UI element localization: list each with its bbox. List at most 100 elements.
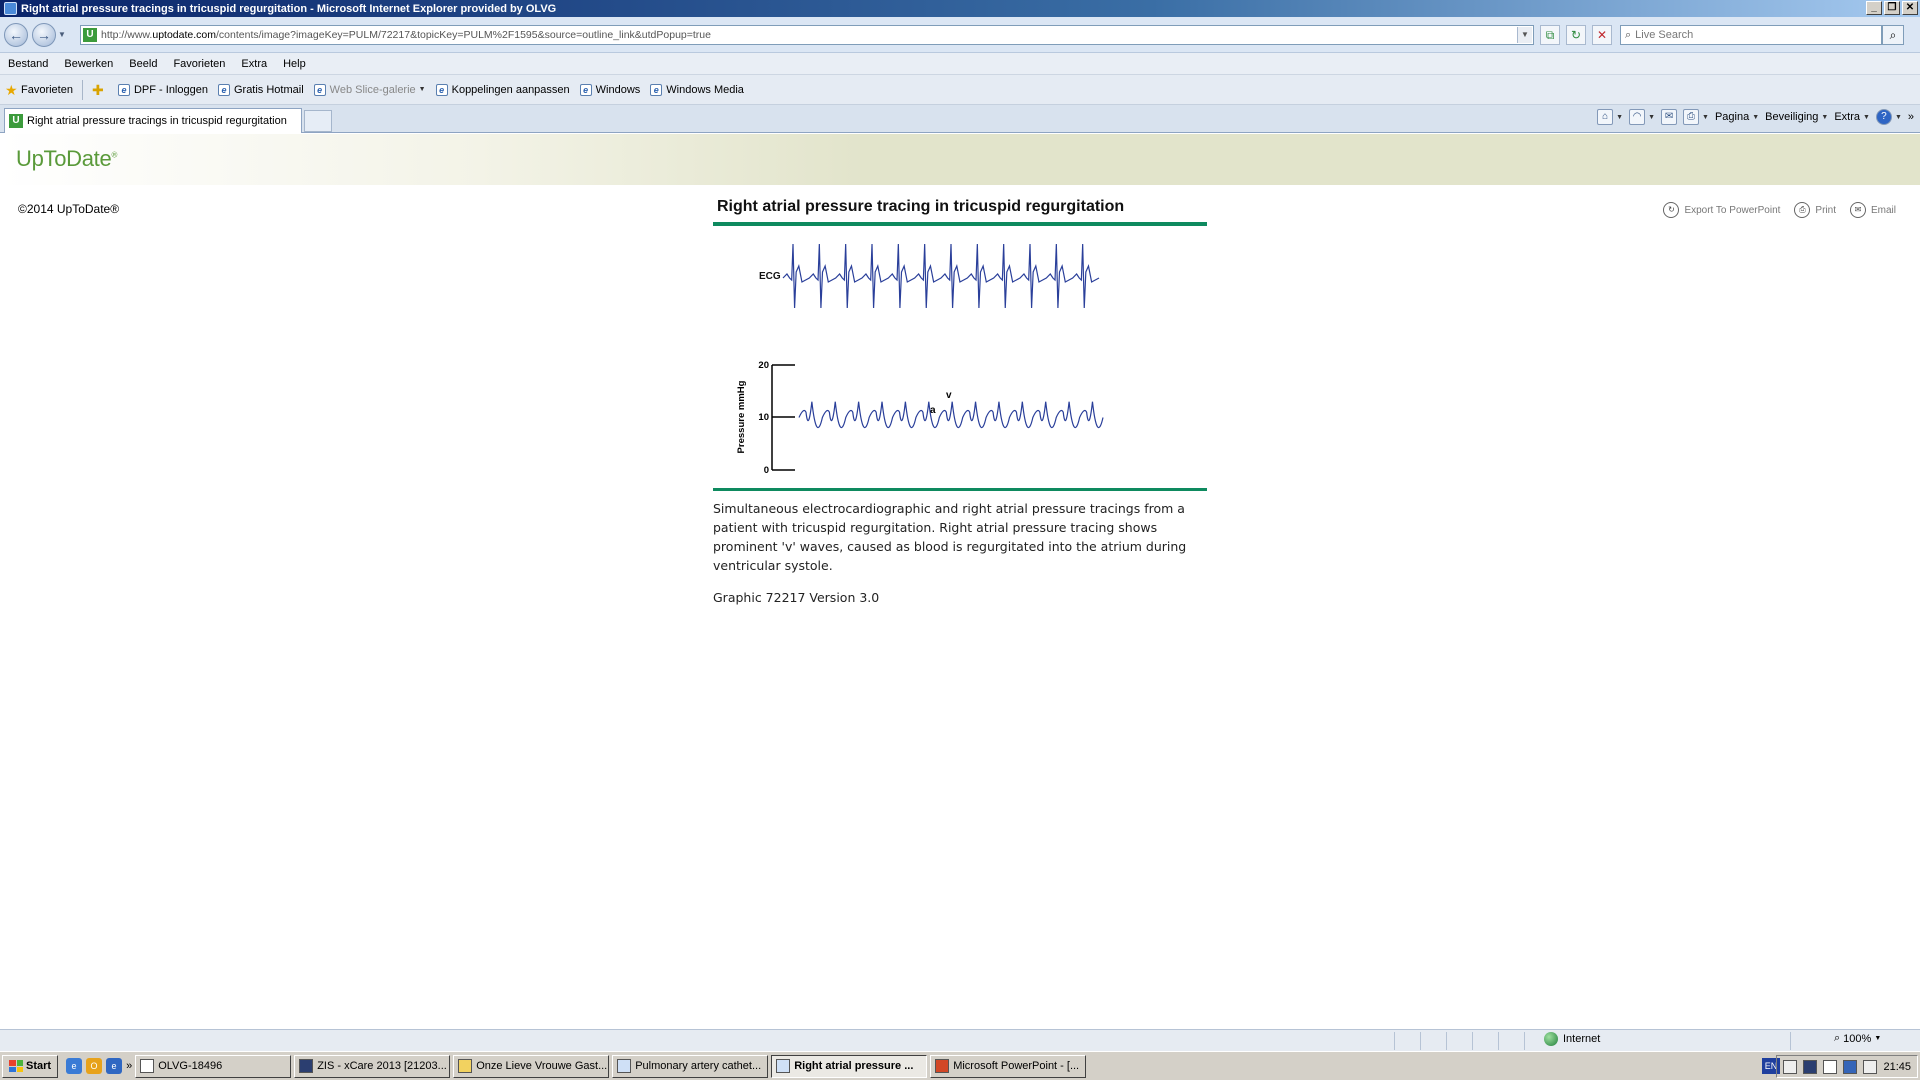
stop-icon[interactable]: ✕ [1592,25,1612,45]
zoom-label: 100% [1843,1032,1872,1045]
command-bar: ⌂ ▼ ◠ ▼ ✉ ⎙ ▼ Pagina ▼ Beveiliging ▼ Extra ▼ ?… [1597,109,1914,125]
fav-link-label: Koppelingen aanpassen [451,83,570,96]
fav-link-windows-media[interactable]: e Windows Media [645,83,749,96]
task-label: ZIS - xCare 2013 [21203... [317,1060,447,1072]
feeds-button[interactable]: ◠ ▼ [1629,109,1655,125]
search-icon[interactable]: ⌕ [1882,25,1904,45]
tick-label-20: 20 [758,360,769,371]
address-bar[interactable]: U http://www. uptodate.com/contents/image… [80,25,1534,45]
export-label: Export To PowerPoint [1684,204,1781,216]
v-wave-label: v [946,390,952,401]
figure-bottom-rule [713,488,1207,491]
figure-caption: Simultaneous electrocardiographic and ri… [713,501,1187,573]
status-cell [1498,1031,1524,1050]
network-icon[interactable] [1783,1059,1798,1074]
task-zis[interactable]: ZIS - xCare 2013 [21203... [294,1054,451,1078]
taskbar: Start e O e » OLVG-18496 ZIS - xCare 201… [0,1051,1920,1080]
home-button[interactable]: ⌂ ▼ [1597,109,1623,125]
extra-label: Extra [1834,111,1860,123]
chevron-double-right-icon[interactable]: » [126,1060,132,1072]
extra-menu[interactable]: Extra ▼ [1834,111,1870,123]
tracing-chart: ECG 20 10 0 Pressure mmHg a v [736,243,1104,476]
email-label: Email [1870,204,1896,216]
clock[interactable]: 21:45 [1883,1061,1911,1073]
task-label: Pulmonary artery cathet... [635,1060,762,1072]
uptodate-favicon-icon: U [83,28,97,42]
forward-button[interactable]: → [32,22,56,47]
back-button[interactable]: ← [4,22,28,47]
menu-bewerken[interactable]: Bewerken [56,58,121,70]
task-pulmonary[interactable]: Pulmonary artery cathet... [612,1054,769,1078]
task-powerpoint[interactable]: Microsoft PowerPoint - [... [930,1054,1087,1078]
email-link[interactable]: ✉ Email [1849,202,1896,218]
star-icon: ★ [5,81,18,98]
figure-title: Right atrial pressure tracing in tricusp… [717,198,1125,215]
mail-button[interactable]: ✉ [1661,109,1678,125]
volume-icon[interactable] [1843,1059,1858,1074]
chevron-down-icon: ▼ [1863,113,1870,121]
zoom-control[interactable]: ⌕ 100% ▼ [1834,1032,1881,1045]
outlook-quicklaunch-icon[interactable]: O [86,1058,103,1074]
fav-link-dpf[interactable]: e DPF - Inloggen [113,83,213,96]
menu-beeld[interactable]: Beeld [121,58,165,70]
pagina-menu[interactable]: Pagina ▼ [1715,111,1759,123]
y-axis-label: Pressure mmHg [736,380,747,453]
fav-link-hotmail[interactable]: e Gratis Hotmail [213,83,309,96]
fav-link-koppelingen[interactable]: e Koppelingen aanpassen [431,83,575,96]
chevron-down-icon: ▼ [1702,113,1709,121]
tab-active[interactable]: U Right atrial pressure tracings in tric… [4,108,302,133]
ie-quicklaunch-icon[interactable]: e [66,1058,83,1074]
ie-page-icon: e [217,83,230,96]
compatibility-icon[interactable]: ⧉ [1540,25,1560,45]
chevron-down-icon: ▼ [1648,113,1656,121]
window-titlebar: Right atrial pressure tracings in tricus… [0,0,1920,17]
add-favorite-icon: ✚ [91,81,104,98]
ie-page-icon: e [579,83,592,96]
history-dropdown-icon[interactable]: ▼ [58,30,68,39]
fav-link-windows[interactable]: e Windows [575,83,646,96]
security-icon[interactable] [1803,1059,1818,1074]
status-cell [1394,1031,1420,1050]
menu-extra[interactable]: Extra [233,58,275,70]
help-button[interactable]: ? ▼ [1875,109,1902,125]
minimize-button[interactable]: _ [1866,1,1882,15]
security-zone[interactable]: Internet [1544,1032,1600,1046]
logo-text: UpToDate [16,146,112,171]
tray-app-icon[interactable] [1863,1059,1878,1074]
add-favorite-button[interactable]: ✚ [87,81,113,98]
status-cell [1420,1031,1446,1050]
search-input[interactable]: ⌕ Live Search [1620,25,1882,45]
tab-title: Right atrial pressure tracings in tricus… [27,115,287,127]
refresh-icon[interactable]: ↻ [1566,25,1586,45]
uptodate-logo[interactable]: UpToDate® [16,146,117,172]
ie-icon [4,2,17,15]
ecg-label: ECG [759,271,781,282]
task-olvg[interactable]: OLVG-18496 [135,1054,292,1078]
new-tab-button[interactable] [304,110,332,132]
beveiliging-menu[interactable]: Beveiliging ▼ [1765,111,1828,123]
print-button[interactable]: ⎙ ▼ [1683,109,1709,125]
protected-mode-cell[interactable] [1790,1031,1830,1050]
fav-link-web-slice[interactable]: e Web Slice-galerie ▼ [309,83,431,96]
menu-bar: Bestand Bewerken Beeld Favorieten Extra … [0,53,1920,75]
menu-help[interactable]: Help [275,58,314,70]
task-right-atrial[interactable]: Right atrial pressure ... [771,1054,928,1078]
print-label: Print [1815,204,1836,216]
chevron-down-icon: ▼ [1616,113,1624,121]
address-dropdown-icon[interactable]: ▼ [1517,27,1532,43]
restore-button[interactable]: ❐ [1884,1,1900,15]
beveiliging-label: Beveiliging [1765,111,1819,123]
favorites-button[interactable]: ★ Favorieten [0,81,78,98]
start-button[interactable]: Start [2,1054,59,1078]
menu-favorieten[interactable]: Favorieten [165,58,233,70]
chevron-down-icon: ▼ [1874,1035,1882,1042]
more-commands-button[interactable]: » [1908,111,1914,123]
task-olvg-site[interactable]: Onze Lieve Vrouwe Gast... [453,1054,610,1078]
menu-bestand[interactable]: Bestand [0,58,56,70]
export-powerpoint-button[interactable]: ↻ Export To PowerPoint [1663,202,1780,218]
chevron-double-right-icon: » [1907,111,1914,123]
close-button[interactable]: ✕ [1902,1,1918,15]
print-link[interactable]: ⎙ Print [1794,202,1836,218]
ie-quicklaunch-icon-2[interactable]: e [106,1058,123,1074]
shield-icon[interactable] [1823,1059,1838,1074]
